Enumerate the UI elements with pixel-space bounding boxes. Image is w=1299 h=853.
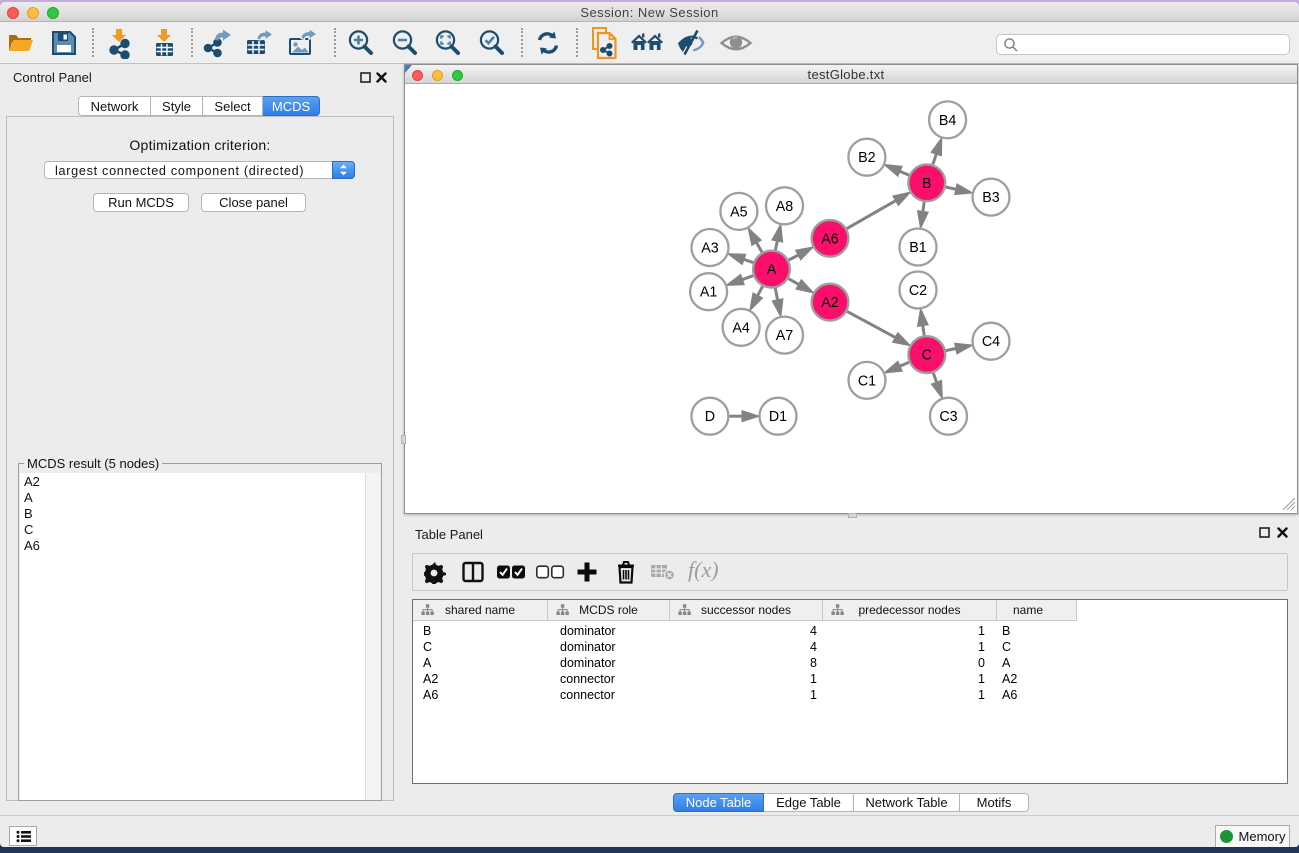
svg-text:A1: A1 [700,285,718,301]
svg-text:C3: C3 [939,409,957,425]
svg-text:A5: A5 [730,204,748,220]
svg-text:A: A [767,262,777,278]
svg-text:B3: B3 [982,190,1000,206]
svg-text:A4: A4 [732,320,750,336]
svg-text:B4: B4 [939,113,957,129]
svg-text:C: C [922,348,932,364]
svg-text:D: D [705,409,715,425]
svg-text:C1: C1 [858,373,876,389]
svg-text:A8: A8 [776,199,794,215]
svg-text:B1: B1 [909,240,927,256]
svg-text:B2: B2 [858,150,876,166]
svg-text:C2: C2 [909,283,927,299]
svg-text:A2: A2 [821,295,839,311]
svg-text:C4: C4 [982,334,1000,350]
svg-text:B: B [922,176,932,192]
svg-text:A7: A7 [776,328,794,344]
svg-text:D1: D1 [769,409,787,425]
svg-text:A3: A3 [701,241,719,257]
svg-text:A6: A6 [821,231,839,247]
